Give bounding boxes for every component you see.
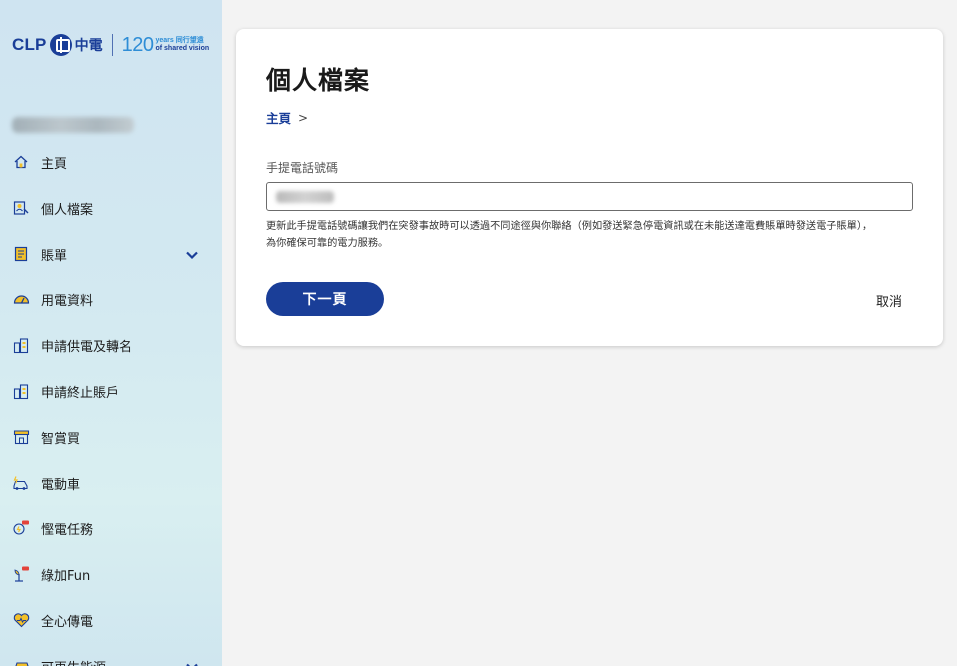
sidebar-item-label: 綠加Fun xyxy=(41,568,91,584)
plant-icon xyxy=(12,565,30,583)
sidebar-item-label: 主頁 xyxy=(41,156,68,172)
profile-card: 個人檔案 主頁 > 手提電話號碼 更新此手提電話號碼讓我們在突發事故時可以透過不… xyxy=(236,29,943,346)
next-page-button[interactable]: 下一頁 xyxy=(266,282,384,316)
sidebar-item-label: 全心傳電 xyxy=(41,614,94,630)
sidebar-item-home[interactable]: 主頁 xyxy=(0,142,222,182)
heart-icon xyxy=(12,611,30,629)
sidebar-item-usage[interactable]: 用電資料 xyxy=(0,279,222,319)
sidebar-item-label: 智賞買 xyxy=(41,431,81,447)
mission-icon xyxy=(12,519,30,537)
sidebar-item-label: 慳電任務 xyxy=(41,522,94,538)
breadcrumb-home-link[interactable]: 主頁 xyxy=(266,108,291,127)
sidebar-item-label: 賬單 xyxy=(41,248,68,264)
helper-line-1: 更新此手提電話號碼讓我們在突發事故時可以透過不同途徑與你聯絡（例如發送緊急停電資… xyxy=(266,221,873,232)
sidebar-item-label: 申請終止賬戶 xyxy=(41,385,120,401)
clp-wordmark: CLP xyxy=(12,35,47,54)
sidebar: CLP 中電 120 years 同行望遠 of shared vision 主… xyxy=(0,0,222,666)
phone-field-label: 手提電話號碼 xyxy=(266,161,339,175)
home-icon xyxy=(12,153,30,171)
anniversary-line2: of shared vision xyxy=(155,45,210,52)
profile-icon xyxy=(12,199,30,217)
shop-icon xyxy=(12,428,30,446)
sidebar-item-mission[interactable]: 慳電任務 xyxy=(0,508,222,548)
chevron-down-icon[interactable] xyxy=(185,659,199,666)
phone-helper-text: 更新此手提電話號碼讓我們在突發事故時可以透過不同途徑與你聯絡（例如發送緊急停電資… xyxy=(266,218,916,252)
clp-chinese-name: 中電 xyxy=(74,38,103,54)
clp-emblem-icon xyxy=(49,34,72,56)
gauge-icon xyxy=(12,290,30,308)
clp-logo[interactable]: CLP 中電 120 years 同行望遠 of shared vision xyxy=(12,33,209,57)
sidebar-item-label: 用電資料 xyxy=(41,293,94,309)
sidebar-item-label: 申請供電及轉名 xyxy=(41,339,133,355)
anniversary-tagline: years 同行望遠 of shared vision xyxy=(155,37,209,53)
ev-car-icon xyxy=(12,474,30,492)
breadcrumb: 主頁 > xyxy=(266,108,308,127)
sidebar-item-renewable[interactable]: 可再生能源 xyxy=(0,646,222,666)
sidebar-item-label: 個人檔案 xyxy=(41,202,94,218)
anniversary-line1: years 同行望遠 xyxy=(155,37,204,44)
helper-line-2: 為你確保可靠的電力服務。 xyxy=(266,238,389,249)
sidebar-item-green-fun[interactable]: 綠加Fun xyxy=(0,554,222,594)
anniversary-number: 120 xyxy=(121,33,154,56)
sidebar-item-power-care[interactable]: 全心傳電 xyxy=(0,600,222,640)
sidebar-item-smart-shop[interactable]: 智賞買 xyxy=(0,417,222,457)
solar-icon xyxy=(12,657,30,666)
sidebar-item-bill[interactable]: 賬單 xyxy=(0,234,222,274)
sidebar-item-apply-supply[interactable]: 申請供電及轉名 xyxy=(0,325,222,365)
chevron-down-icon[interactable] xyxy=(185,247,199,261)
breadcrumb-separator: > xyxy=(298,110,309,125)
phone-value-redacted xyxy=(276,191,334,203)
cancel-button[interactable]: 取消 xyxy=(876,291,902,310)
sidebar-item-terminate-account[interactable]: 申請終止賬戶 xyxy=(0,371,222,411)
logo-divider xyxy=(111,34,113,56)
user-name-redacted xyxy=(12,117,134,133)
page-title: 個人檔案 xyxy=(266,66,371,95)
building-icon xyxy=(12,336,30,354)
sidebar-item-label: 可再生能源 xyxy=(41,657,106,666)
sidebar-item-profile[interactable]: 個人檔案 xyxy=(0,188,222,228)
bill-icon xyxy=(12,245,30,263)
phone-input[interactable] xyxy=(266,182,913,211)
sidebar-item-label: 電動車 xyxy=(41,477,81,493)
building-icon xyxy=(12,382,30,400)
sidebar-item-ev[interactable]: 電動車 xyxy=(0,463,222,503)
